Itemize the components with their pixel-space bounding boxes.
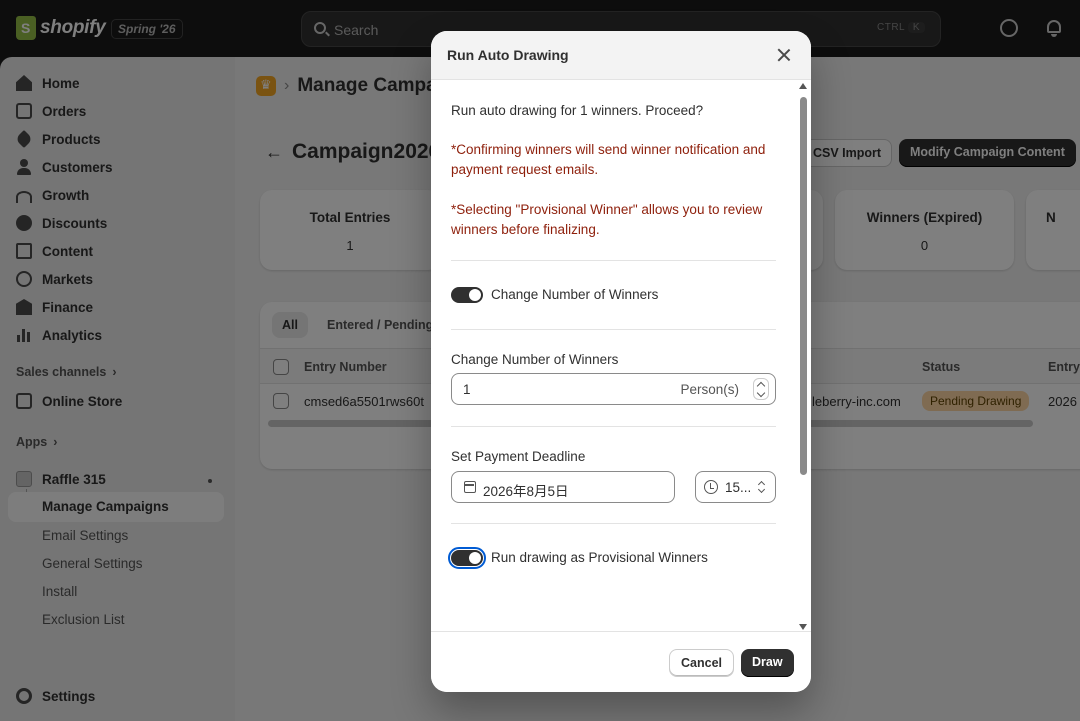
scroll-up-arrow-icon[interactable] [799,83,807,89]
confirm-message: Run auto drawing for 1 winners. Proceed? [451,103,704,118]
winners-number-input[interactable]: 1 Person(s) [451,373,776,405]
draw-button[interactable]: Draw [741,649,794,677]
deadline-date-field[interactable]: 2026年8月5日 [451,471,675,503]
calendar-icon [464,481,476,493]
provisional-winners-toggle-label: Run drawing as Provisional Winners [491,550,708,565]
payment-deadline-label: Set Payment Deadline [451,449,586,464]
change-winners-toggle[interactable] [451,287,483,303]
deadline-date-value: 2026年8月5日 [483,484,569,499]
modal-header: Run Auto Drawing [431,31,811,80]
scroll-down-arrow-icon[interactable] [799,624,807,630]
winners-value: 1 [463,382,471,397]
run-auto-drawing-modal: Run Auto Drawing Run auto drawing for 1 … [431,31,811,692]
modal-footer: Cancel Draw [431,631,811,692]
deadline-time-value: 15... [725,480,752,495]
deadline-time-select[interactable]: 15... [695,471,776,503]
vertical-scrollbar[interactable] [799,83,807,630]
divider [451,523,776,524]
winners-suffix: Person(s) [680,382,739,397]
winners-field-label: Change Number of Winners [451,352,619,367]
provisional-winners-toggle[interactable] [448,547,486,569]
modal-title: Run Auto Drawing [447,47,569,63]
divider [451,260,776,261]
change-winners-toggle-label: Change Number of Winners [491,287,659,302]
chevron-up-down-icon [758,480,766,494]
modal-body: Run auto drawing for 1 winners. Proceed?… [431,80,811,631]
divider [451,329,776,330]
close-icon[interactable] [775,46,793,64]
scrollbar-thumb[interactable] [800,97,807,475]
clock-icon [704,480,718,494]
warning-notification: *Confirming winners will send winner not… [451,142,766,177]
cancel-button[interactable]: Cancel [669,649,734,677]
number-stepper[interactable] [753,378,769,400]
divider [451,426,776,427]
warning-provisional: *Selecting "Provisional Winner" allows y… [451,202,763,237]
